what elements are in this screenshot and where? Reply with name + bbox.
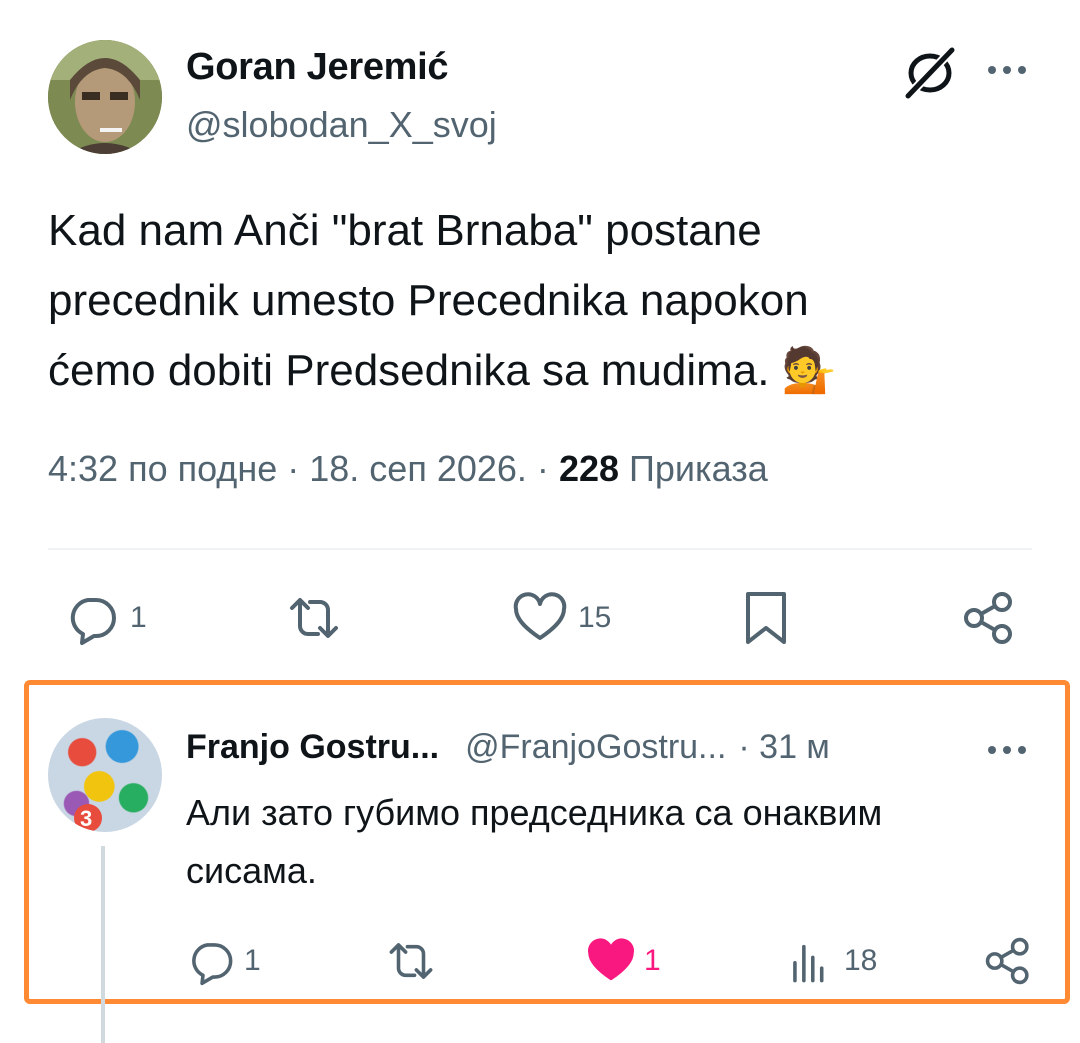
- meta-separator: ·: [536, 448, 549, 489]
- reply-text: Али зато губимо председника са онаквим с…: [186, 784, 1046, 900]
- tweet-emoji: 💁: [781, 346, 837, 395]
- reply-share-button[interactable]: [984, 936, 1034, 986]
- reply-button[interactable]: 1: [64, 590, 147, 646]
- author-handle[interactable]: @slobodan_X_svoj: [186, 104, 497, 146]
- like-button[interactable]: 15: [512, 590, 611, 646]
- bookmark-button[interactable]: [738, 590, 794, 646]
- share-icon: [985, 937, 1029, 985]
- reply-reply-button[interactable]: 1: [186, 936, 261, 986]
- reply-author-handle[interactable]: @FranjoGostru...: [465, 728, 726, 767]
- meta-separator: ·: [287, 448, 300, 489]
- retweet-icon: [389, 943, 433, 979]
- svg-text:3: 3: [80, 806, 92, 831]
- like-count: 15: [578, 601, 612, 634]
- more-icon[interactable]: [984, 732, 1030, 768]
- reply-time[interactable]: · 31 м: [738, 728, 829, 767]
- reply-text-line-1: Али зато губимо председника са онаквим: [186, 792, 883, 833]
- grok-icon[interactable]: [902, 44, 958, 101]
- views-count: 228: [558, 448, 620, 489]
- tweet-text-line-2: precednik umesto Precednika napokon: [48, 276, 809, 325]
- retweet-button[interactable]: [286, 590, 342, 646]
- tweet-text-line-1: Kad nam Anči "brat Brnaba" postane: [48, 206, 762, 255]
- bookmark-icon: [746, 592, 786, 644]
- author-avatar[interactable]: [48, 40, 162, 154]
- tweet-text-line-3-text: ćemo dobiti Predsednika sa mudima.: [48, 346, 770, 395]
- divider: [48, 548, 1032, 550]
- share-icon: [964, 592, 1012, 644]
- reply-header: Franjo Gostru... @FranjoGostru... · 31 м: [186, 728, 830, 767]
- tweet-meta: 4:32 по подне · 18. сеп 2026. · 228 Прик…: [48, 448, 768, 490]
- reply-avatar[interactable]: 3: [48, 718, 162, 832]
- reply-like-button[interactable]: 1: [586, 936, 661, 986]
- reply-views-button[interactable]: 18: [786, 936, 877, 986]
- share-button[interactable]: [962, 590, 1018, 646]
- reply-icon: [192, 943, 233, 986]
- views-label: Приказа: [629, 448, 768, 489]
- reply-icon: [70, 598, 116, 645]
- more-icon[interactable]: [984, 50, 1030, 90]
- tweet-text: Kad nam Anči "brat Brnaba" postane prece…: [48, 196, 1008, 406]
- reply-views-count: 18: [844, 944, 878, 977]
- reply-like-count: 1: [644, 944, 661, 977]
- reply-count: 1: [130, 601, 147, 634]
- retweet-icon: [290, 598, 338, 638]
- views-icon: [793, 944, 824, 983]
- thread-line: [101, 846, 105, 1043]
- tweet-time[interactable]: 4:32 по подне: [48, 448, 277, 489]
- reply-reply-count: 1: [244, 944, 261, 977]
- tweet-text-line-3: ćemo dobiti Predsednika sa mudima. 💁: [48, 336, 1008, 406]
- like-icon: [513, 592, 567, 640]
- like-icon-filled: [588, 938, 634, 981]
- tweet-date[interactable]: 18. сеп 2026.: [309, 448, 527, 489]
- reply-text-line-2: сисама.: [186, 850, 317, 891]
- author-name[interactable]: Goran Jeremić: [186, 46, 449, 89]
- reply-author-name[interactable]: Franjo Gostru...: [186, 728, 439, 767]
- reply-retweet-button[interactable]: [386, 936, 436, 986]
